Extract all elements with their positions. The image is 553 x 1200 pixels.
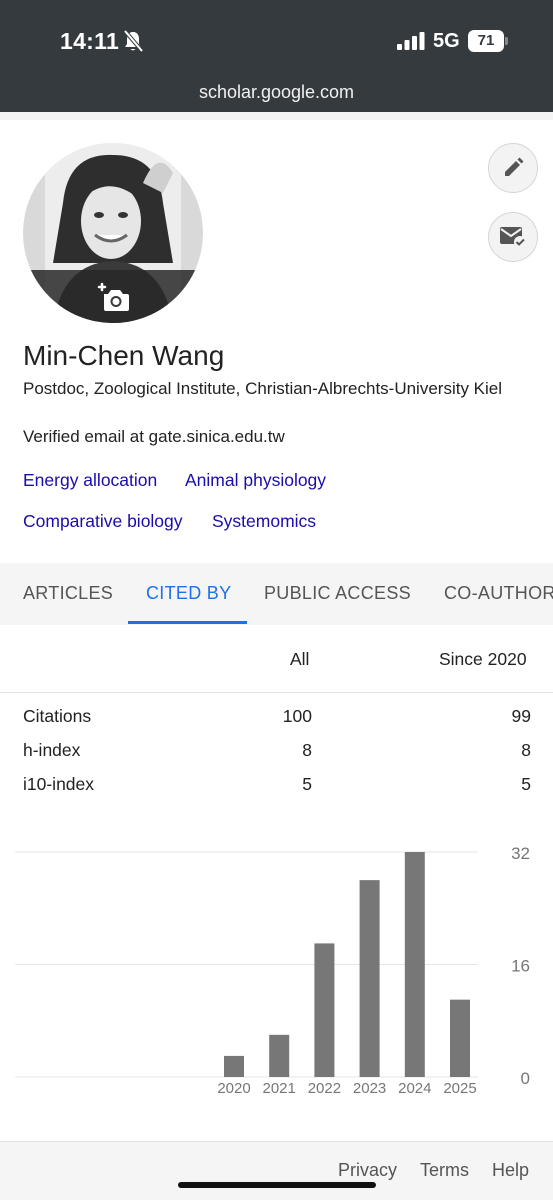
edit-profile-button[interactable] [488,143,538,193]
row-label-i10-index: i10-index [23,774,95,794]
citations-chart: 0 16 32 2020 2021 2022 2023 2024 2025 [15,844,530,1097]
x-tick-label: 2024 [398,1080,431,1097]
chart-bar-2020[interactable] [224,1055,244,1077]
tab-public-access[interactable]: PUBLIC ACCESS [264,583,411,604]
battery-level: 71 [468,30,504,52]
footer: Privacy Terms Help [0,1142,553,1200]
column-header-all: All [290,649,310,669]
chart-bar-2024[interactable] [404,852,425,1077]
active-tab-indicator [128,621,247,624]
row-label-citations: Citations [23,706,92,726]
interest-link[interactable]: Comparative biology [23,511,183,532]
home-indicator[interactable] [178,1182,376,1188]
y-tick-label: 32 [511,844,530,863]
cellular-signal-icon [397,32,425,50]
battery-icon: 71 [468,30,508,52]
y-tick-label: 0 [521,1069,530,1088]
status-time: 14:11 [60,28,120,54]
mail-check-icon [500,227,526,248]
privacy-link[interactable]: Privacy [338,1160,397,1181]
terms-link[interactable]: Terms [420,1160,469,1181]
chart-bar-2023[interactable] [359,880,380,1077]
x-tick-label: 2020 [217,1080,250,1097]
row-label-h-index: h-index [23,740,81,760]
h-index-since: 8 [521,740,531,760]
x-tick-label: 2021 [263,1080,296,1097]
interest-link[interactable]: Energy allocation [23,470,157,491]
tab-articles[interactable]: ARTICLES [23,583,113,604]
pencil-icon [505,157,524,176]
chart-bar-2022[interactable] [314,943,335,1077]
i10-index-since: 5 [521,774,531,794]
citations-since: 99 [511,706,531,726]
column-header-since: Since 2020 [439,649,527,669]
interest-link[interactable]: Systemomics [212,511,316,532]
network-type: 5G [433,30,460,52]
x-tick-label: 2023 [353,1080,386,1097]
browser-top-bar: 14:11 5G 71 scholar.google.com [0,0,553,112]
y-tick-label: 16 [511,957,530,976]
add-photo-icon[interactable] [96,282,130,312]
x-tick-label: 2025 [443,1080,476,1097]
follow-button[interactable] [488,212,538,262]
chart-bar-2025[interactable] [450,999,470,1077]
interest-link[interactable]: Animal physiology [185,470,326,491]
i10-index-all: 5 [302,774,312,794]
tab-cited-by[interactable]: CITED BY [146,583,231,604]
chart-bar-2021[interactable] [269,1034,290,1077]
profile-tabs: ARTICLES CITED BY PUBLIC ACCESS CO-AUTHO… [0,563,553,625]
table-divider [0,692,553,693]
url-bar[interactable]: scholar.google.com [0,82,553,103]
tab-co-authors[interactable]: CO-AUTHOR [444,583,553,604]
help-link[interactable]: Help [492,1160,529,1181]
profile-affiliation: Postdoc, Zoological Institute, Christian… [23,379,503,398]
profile-email: Verified email at gate.sinica.edu.tw [23,427,285,446]
x-tick-label: 2022 [308,1080,341,1097]
h-index-all: 8 [302,740,312,760]
citations-all: 100 [282,706,312,726]
page-separator [0,112,553,120]
profile-name: Min-Chen Wang [23,340,225,371]
bell-muted-icon [123,29,144,53]
